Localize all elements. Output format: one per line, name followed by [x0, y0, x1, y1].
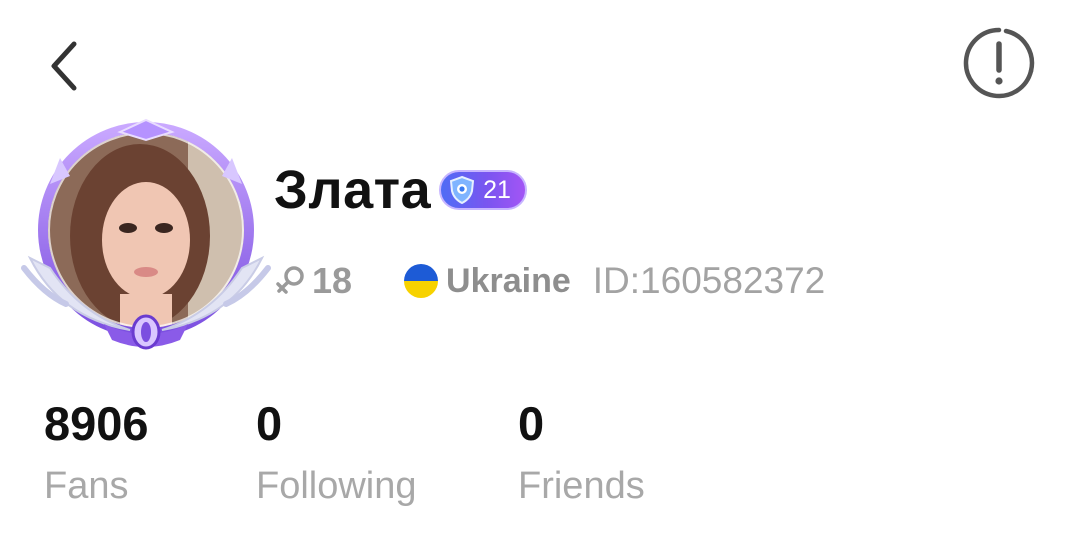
avatar[interactable] — [20, 118, 272, 358]
info-row: 18 Ukraine ID:160582372 — [276, 256, 825, 306]
chevron-left-icon — [51, 41, 77, 91]
stat-value: 0 — [256, 397, 283, 450]
stat-following[interactable]: 0 Following — [256, 394, 417, 514]
shield-icon — [450, 176, 475, 204]
gender-age: 18 — [276, 260, 352, 302]
stat-value: 8906 — [44, 397, 149, 450]
country-text: Ukraine — [446, 261, 571, 300]
name-row: Злата 21 — [274, 150, 527, 230]
user-id[interactable]: ID:160582372 — [593, 260, 825, 302]
level-badge[interactable]: 21 — [439, 170, 527, 210]
report-button[interactable] — [960, 24, 1038, 102]
age-text: 18 — [312, 260, 353, 301]
stat-fans[interactable]: 8906 Fans — [44, 394, 149, 514]
stat-label: Following — [256, 465, 417, 507]
level-text: 21 — [483, 175, 511, 204]
back-button[interactable] — [36, 36, 92, 96]
female-icon — [276, 266, 304, 294]
ukraine-flag-icon — [404, 264, 439, 298]
stat-value: 0 — [518, 397, 545, 450]
exclamation-circle-icon — [963, 27, 1035, 99]
stat-label: Friends — [518, 465, 645, 507]
stat-friends[interactable]: 0 Friends — [518, 394, 645, 514]
avatar-frame-icon — [21, 118, 271, 350]
stat-label: Fans — [44, 465, 129, 507]
profile-name: Злата — [274, 160, 432, 220]
country: Ukraine — [404, 262, 571, 301]
